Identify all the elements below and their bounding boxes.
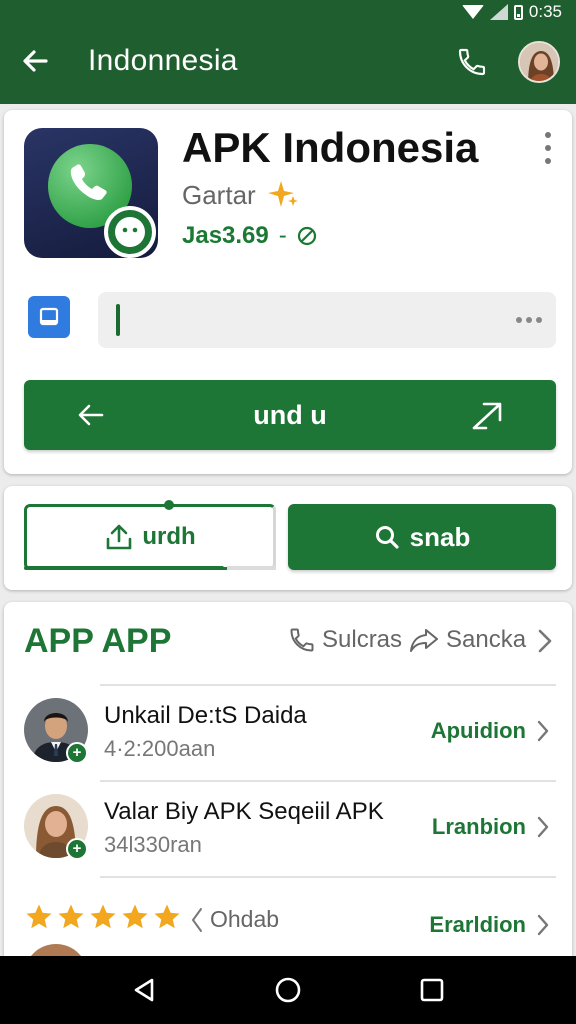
search-button[interactable]: snab: [288, 504, 556, 570]
row-action-label: Erarldion: [429, 912, 526, 937]
verified-icon: [297, 226, 316, 246]
list-item[interactable]: + Valar Biy APK Seqeiil APK 34l330ran Lr…: [4, 780, 572, 876]
app-bar-title: Indonnesia: [88, 44, 238, 77]
nav-home-icon: [275, 977, 301, 1003]
status-time: 0:35: [528, 2, 562, 21]
row-subtitle: 4·2:200aan: [104, 736, 216, 761]
call-link[interactable]: Sulcras: [288, 626, 402, 654]
upload-icon: [107, 524, 132, 550]
document-icon: [39, 307, 59, 326]
share-link-label: Sancka: [446, 626, 527, 653]
upload-button[interactable]: urdh: [24, 504, 276, 570]
app-name: APK Indonesia: [182, 124, 479, 171]
upload-button-label: urdh: [142, 523, 196, 550]
chevron-right-icon: [537, 720, 549, 742]
chevron-right-icon: [537, 816, 549, 838]
search-button-label: snab: [409, 521, 471, 552]
call-link-label: Sulcras: [322, 626, 403, 653]
row-action[interactable]: Lranbion: [432, 814, 550, 840]
price-dash: -: [278, 222, 287, 249]
app-bar: 0:35 Indonnesia: [0, 0, 576, 104]
system-nav-bar: [0, 956, 576, 1024]
star-icon: [26, 904, 52, 929]
call-button[interactable]: [454, 44, 490, 80]
app-header-card: APK Indonesia Gartar Jas3.69 - und u: [4, 110, 572, 474]
app-icon[interactable]: [24, 128, 158, 258]
row-action-label: Lranbion: [431, 814, 526, 839]
nav-back-icon: [134, 978, 154, 1002]
row-subtitle: 34l330ran: [104, 832, 202, 857]
phone-app-logo: [48, 144, 156, 258]
text-input[interactable]: [98, 292, 556, 348]
chevron-left-icon: [191, 907, 202, 932]
chevron-right-icon: [538, 629, 552, 653]
search-icon: [375, 526, 399, 549]
diagonal-arrow-icon: [472, 402, 502, 430]
avatar-image: [520, 43, 558, 81]
star-icon: [154, 904, 180, 929]
price-row: Jas3.69 -: [182, 222, 317, 250]
back-arrow-icon: [23, 50, 48, 72]
signal-icon: [489, 4, 508, 20]
upload-progress-track: [226, 566, 276, 570]
text-cursor: [116, 304, 120, 336]
row-action-label: Apuidion: [430, 718, 526, 743]
nav-recents-button[interactable]: [414, 972, 450, 1008]
more-vert-icon-dot: [545, 132, 551, 138]
row-divider: [100, 780, 556, 782]
add-badge-icon: +: [66, 742, 88, 764]
star-icon: [58, 904, 84, 929]
wifi-icon: [461, 5, 484, 19]
section-chevron[interactable]: [536, 628, 554, 659]
row-title: Valar Biy APK Seqeiil APK: [104, 798, 384, 825]
status-bar: 0:35: [461, 0, 562, 24]
share-link[interactable]: Sancka: [408, 626, 526, 654]
star-icon: [90, 904, 116, 929]
more-vert-icon-dot: [545, 145, 551, 151]
star-rating: [24, 902, 182, 932]
app-price: Jas3.69: [182, 222, 269, 249]
add-badge-icon: +: [66, 838, 88, 860]
nav-recents-icon: [420, 978, 444, 1002]
nav-back-button[interactable]: [126, 972, 162, 1008]
upload-progress-bar: [24, 566, 224, 570]
input-more-icon[interactable]: [516, 317, 542, 323]
section-title: APP APP: [24, 622, 172, 660]
row-action[interactable]: Apuidion: [431, 718, 550, 744]
developer-row: Gartar: [182, 178, 300, 212]
nav-home-button[interactable]: [270, 972, 306, 1008]
rating-label-group: Ohdab: [190, 906, 279, 933]
primary-action-button[interactable]: und u: [24, 380, 556, 450]
battery-icon: [513, 4, 523, 20]
more-vert-icon-dot: [545, 158, 551, 164]
developer-name[interactable]: Gartar: [182, 180, 256, 211]
actions-card: urdh snab: [4, 486, 572, 590]
sparkle-star-icon: [267, 181, 298, 207]
row-divider: [100, 684, 556, 686]
chevron-right-icon: [537, 914, 549, 936]
more-options-button[interactable]: [536, 130, 560, 166]
phone-icon: [458, 48, 486, 76]
document-button[interactable]: [28, 296, 70, 338]
back-button[interactable]: [18, 44, 52, 78]
share-icon: [410, 629, 438, 652]
star-icon: [122, 904, 148, 929]
row-action[interactable]: Erarldion: [429, 912, 550, 938]
row-divider: [100, 876, 556, 878]
list-item[interactable]: + Unkail De:tS Daida 4·2:200aan Apuidion: [4, 684, 572, 780]
user-avatar[interactable]: [518, 41, 560, 83]
progress-indicator: [164, 500, 174, 510]
phone-icon: [290, 628, 314, 652]
row-title: Unkail De:tS Daida: [104, 702, 307, 729]
rating-label: Ohdab: [210, 906, 280, 932]
